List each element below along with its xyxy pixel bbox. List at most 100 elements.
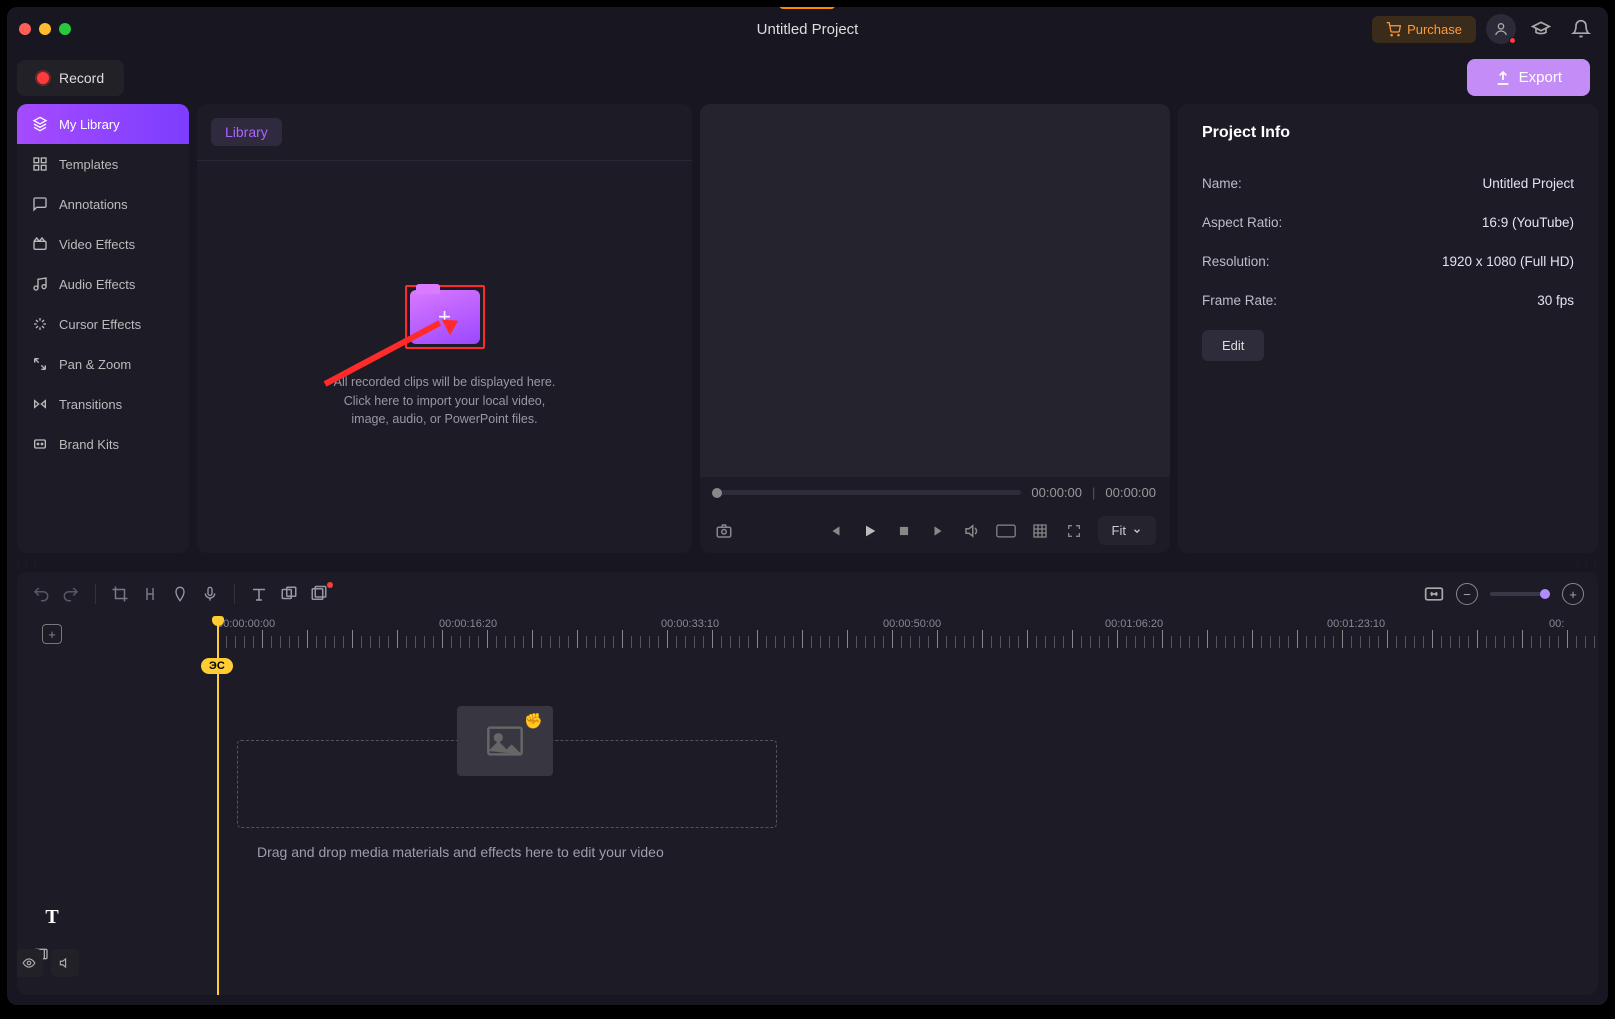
import-media-button[interactable]: + xyxy=(405,285,485,349)
sidebar-item-annotations[interactable]: Annotations xyxy=(17,184,189,224)
account-button[interactable] xyxy=(1486,14,1516,44)
dragging-clip[interactable]: ✊ xyxy=(457,706,553,776)
prev-frame-button[interactable] xyxy=(826,521,846,541)
app-window: Untitled Project Purchase Record xyxy=(7,7,1608,1005)
sidebar-item-transitions[interactable]: Transitions xyxy=(17,384,189,424)
folder-plus-icon: + xyxy=(410,290,480,344)
visibility-track-button[interactable] xyxy=(17,949,43,977)
notifications-button[interactable] xyxy=(1566,14,1596,44)
track-gutter: T 01 xyxy=(17,652,87,995)
sidebar-label: Templates xyxy=(59,157,118,172)
sidebar-item-brand-kits[interactable]: Brand Kits xyxy=(17,424,189,464)
total-time: 00:00:00 xyxy=(1105,485,1156,500)
split-button[interactable] xyxy=(140,584,160,604)
time-ruler[interactable]: 00:00:00:00 00:00:16:20 00:00:33:10 00:0… xyxy=(87,616,1598,652)
zoom-in-button[interactable]: + xyxy=(1562,583,1584,605)
sidebar-item-templates[interactable]: Templates xyxy=(17,144,189,184)
preview-controls: Fit xyxy=(700,508,1170,553)
graduation-icon xyxy=(1531,19,1551,39)
timeline-toolbar: − + xyxy=(17,572,1598,616)
music-icon xyxy=(31,275,49,293)
info-row-resolution: Resolution:1920 x 1080 (Full HD) xyxy=(1202,242,1574,281)
info-row-framerate: Frame Rate:30 fps xyxy=(1202,281,1574,320)
overlay-button[interactable] xyxy=(279,584,299,604)
text-button[interactable] xyxy=(249,584,269,604)
quality-button[interactable] xyxy=(996,521,1016,541)
clapper-icon xyxy=(31,235,49,253)
fullscreen-button[interactable] xyxy=(1064,521,1084,541)
title-accent xyxy=(780,7,836,9)
sidebar-item-pan-zoom[interactable]: Pan & Zoom xyxy=(17,344,189,384)
crop-button[interactable] xyxy=(110,584,130,604)
import-hint: All recorded clips will be displayed her… xyxy=(334,373,556,429)
edit-project-button[interactable]: Edit xyxy=(1202,330,1264,361)
zoom-fit-select[interactable]: Fit xyxy=(1098,516,1156,545)
stop-button[interactable] xyxy=(894,521,914,541)
marker-button[interactable] xyxy=(170,584,190,604)
expand-icon xyxy=(31,355,49,373)
track-canvas[interactable]: ✊ Drag and drop media materials and effe… xyxy=(87,652,1598,995)
grid-button[interactable] xyxy=(1030,521,1050,541)
drop-hint: Drag and drop media materials and effect… xyxy=(257,844,664,860)
resize-grip[interactable]: : : : xyxy=(17,559,38,568)
sidebar: My Library Templates Annotations Video E… xyxy=(17,104,189,553)
sidebar-label: Brand Kits xyxy=(59,437,119,452)
voiceover-button[interactable] xyxy=(200,584,220,604)
chevron-down-icon xyxy=(1132,526,1142,536)
record-label: Record xyxy=(59,70,104,86)
export-button[interactable]: Export xyxy=(1467,59,1590,96)
sidebar-item-my-library[interactable]: My Library xyxy=(17,104,189,144)
current-time: 00:00:00 xyxy=(1031,485,1082,500)
resize-grip[interactable]: : : : xyxy=(1577,559,1598,568)
image-icon xyxy=(485,724,525,758)
sidebar-label: Pan & Zoom xyxy=(59,357,131,372)
panel-resize-row: : : : : : : xyxy=(7,559,1608,568)
cart-icon xyxy=(1386,22,1401,37)
snapshot-button[interactable] xyxy=(714,521,734,541)
record-button[interactable]: Record xyxy=(17,60,124,96)
sidebar-item-cursor-effects[interactable]: Cursor Effects xyxy=(17,304,189,344)
mute-track-button[interactable] xyxy=(51,949,79,977)
undo-button[interactable] xyxy=(31,584,51,604)
split-indicator[interactable]: ЭС xyxy=(201,658,233,674)
redo-button[interactable] xyxy=(61,584,81,604)
project-title: Untitled Project xyxy=(757,21,859,38)
sidebar-item-video-effects[interactable]: Video Effects xyxy=(17,224,189,264)
sidebar-label: Transitions xyxy=(59,397,122,412)
purchase-button[interactable]: Purchase xyxy=(1372,16,1476,43)
ai-button[interactable] xyxy=(309,584,329,604)
titlebar: Untitled Project Purchase xyxy=(7,7,1608,51)
maximize-window[interactable] xyxy=(59,23,71,35)
tab-library[interactable]: Library xyxy=(211,118,282,146)
fit-timeline-button[interactable] xyxy=(1424,584,1444,604)
sidebar-label: Audio Effects xyxy=(59,277,135,292)
info-row-aspect: Aspect Ratio:16:9 (YouTube) xyxy=(1202,203,1574,242)
preview-panel: 00:00:00 | 00:00:00 Fit xyxy=(700,104,1170,553)
ruler-row: + 00:00:00:00 00:00:16:20 00:00:33:10 00… xyxy=(17,616,1598,652)
next-frame-button[interactable] xyxy=(928,521,948,541)
preview-canvas[interactable] xyxy=(700,104,1170,477)
play-button[interactable] xyxy=(860,521,880,541)
tracks-area: ЭС T 01 ✊ Drag and drop media materials … xyxy=(17,652,1598,995)
text-track-icon: T xyxy=(45,906,58,929)
scrub-track[interactable] xyxy=(714,490,1021,495)
volume-button[interactable] xyxy=(962,521,982,541)
palette-icon xyxy=(31,435,49,453)
chat-icon xyxy=(31,195,49,213)
preview-scrubber: 00:00:00 | 00:00:00 xyxy=(700,477,1170,508)
header-row: Record Export xyxy=(7,51,1608,104)
sidebar-item-audio-effects[interactable]: Audio Effects xyxy=(17,264,189,304)
library-panel: Library + All recorded clips will be dis… xyxy=(197,104,692,553)
add-track-button[interactable]: + xyxy=(42,624,62,644)
learn-button[interactable] xyxy=(1526,14,1556,44)
zoom-out-button[interactable]: − xyxy=(1456,583,1478,605)
zoom-slider[interactable] xyxy=(1490,592,1550,596)
grab-cursor-icon: ✊ xyxy=(524,712,543,730)
stack-icon xyxy=(31,115,49,133)
minimize-window[interactable] xyxy=(39,23,51,35)
window-controls xyxy=(19,23,71,35)
grid-icon xyxy=(31,155,49,173)
close-window[interactable] xyxy=(19,23,31,35)
info-heading: Project Info xyxy=(1202,124,1574,142)
fit-label: Fit xyxy=(1112,523,1126,538)
